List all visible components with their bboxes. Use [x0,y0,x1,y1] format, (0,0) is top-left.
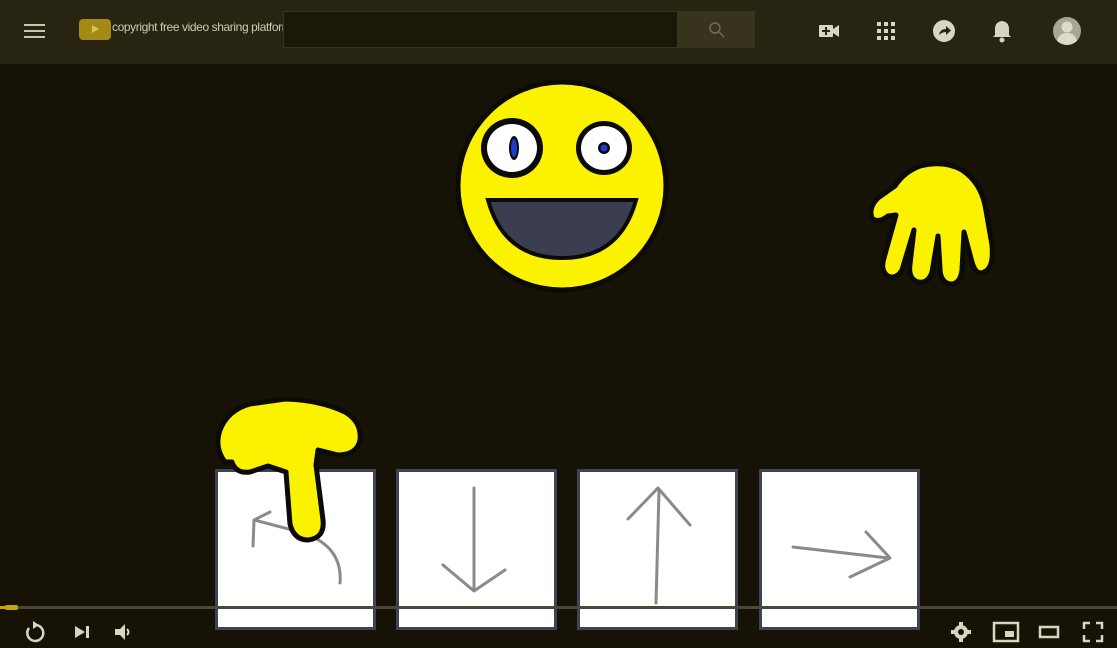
brand-name[interactable]: copyright free video sharing platform [112,20,292,34]
account-avatar-icon[interactable] [1052,16,1082,46]
waving-hand [868,161,995,287]
search-icon [709,22,725,38]
apps-grid-icon[interactable] [873,18,899,44]
smiley-face [455,79,669,293]
search-input[interactable] [283,11,678,48]
volume-icon[interactable] [112,621,134,643]
share-arrow-icon[interactable] [931,18,957,44]
miniplayer-icon[interactable] [992,620,1020,644]
choice-card-3[interactable] [577,469,738,630]
progress-track[interactable] [0,606,1117,609]
fullscreen-icon[interactable] [1081,620,1105,644]
replay-icon[interactable] [22,620,46,644]
logo-play-icon[interactable] [79,19,111,40]
theater-mode-icon[interactable] [1037,622,1061,642]
settings-icon[interactable] [950,621,972,643]
create-video-icon[interactable] [816,18,842,44]
top-bar: copyright free video sharing platform [0,0,1117,64]
notification-bell-icon[interactable] [989,18,1015,44]
video-frame[interactable] [0,64,1117,648]
choice-card-4[interactable] [759,469,920,630]
next-icon[interactable] [72,622,92,642]
progress-scrubber[interactable] [5,605,18,610]
choice-card-2[interactable] [396,469,557,630]
menu-icon[interactable] [22,20,48,44]
search-button[interactable] [678,11,755,48]
